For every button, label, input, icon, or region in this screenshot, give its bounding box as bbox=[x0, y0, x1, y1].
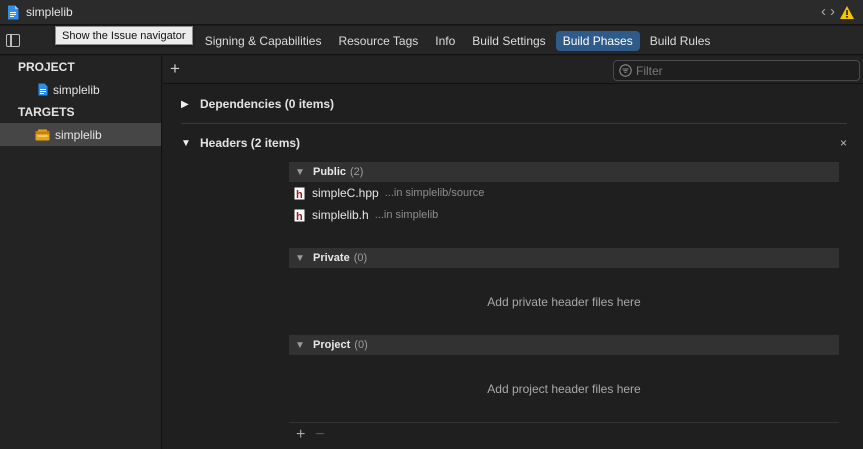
sidebar-item-target[interactable]: simplelib bbox=[0, 123, 161, 146]
header-file-icon: h bbox=[294, 209, 305, 222]
group-name: Public bbox=[313, 166, 347, 178]
tab-resource-tags[interactable]: Resource Tags bbox=[331, 31, 425, 51]
window-titlebar: simplelib ‹ › bbox=[0, 0, 863, 25]
build-phases-editor: + ▶ Dependencies (0 items) ▼ Headers (2 … bbox=[163, 56, 863, 449]
phase-headers[interactable]: ▼ Headers (2 items) × bbox=[181, 132, 847, 154]
tab-build-rules[interactable]: Build Rules bbox=[643, 31, 718, 51]
window-title: simplelib bbox=[26, 5, 73, 19]
header-file-icon: h bbox=[294, 187, 305, 200]
disclosure-expanded-icon[interactable]: ▼ bbox=[295, 253, 307, 264]
svg-text:h: h bbox=[296, 211, 303, 222]
sidebar-item-label: simplelib bbox=[53, 82, 100, 97]
filter-field[interactable] bbox=[613, 60, 860, 81]
group-count: (2) bbox=[350, 166, 364, 178]
sidebar-item-project[interactable]: simplelib bbox=[0, 78, 161, 101]
file-location: ...in simplelib/source bbox=[384, 187, 485, 199]
project-sidebar: PROJECT simplelib TARGETS simplelib bbox=[0, 56, 162, 449]
file-location: ...in simplelib bbox=[374, 209, 439, 221]
remove-header-button[interactable]: − bbox=[315, 426, 324, 444]
phases-toolbar: + bbox=[163, 56, 863, 84]
group-count: (0) bbox=[354, 339, 368, 351]
tab-info[interactable]: Info bbox=[428, 31, 462, 51]
add-build-phase-button[interactable]: + bbox=[170, 60, 180, 78]
phase-dependencies[interactable]: ▶ Dependencies (0 items) bbox=[181, 93, 847, 115]
group-header-private[interactable]: ▼ Private (0) bbox=[289, 248, 839, 268]
targets-section-header: TARGETS bbox=[18, 105, 75, 119]
phase-divider bbox=[181, 123, 847, 124]
add-header-button[interactable]: + bbox=[296, 426, 305, 444]
disclosure-collapsed-icon[interactable]: ▶ bbox=[181, 99, 197, 110]
library-target-icon bbox=[35, 129, 50, 140]
filter-icon bbox=[619, 64, 632, 77]
disclosure-expanded-icon[interactable]: ▼ bbox=[295, 167, 307, 178]
tab-build-settings[interactable]: Build Settings bbox=[465, 31, 552, 51]
file-name: simplelib.h bbox=[312, 208, 369, 222]
group-count: (0) bbox=[353, 252, 368, 264]
header-file-row[interactable]: h simplelib.h ...in simplelib bbox=[294, 205, 438, 225]
group-name: Private bbox=[313, 252, 350, 264]
sidebar-item-label: simplelib bbox=[55, 127, 102, 142]
empty-project-message: Add project header files here bbox=[487, 382, 641, 396]
tab-signing-capabilities[interactable]: Signing & Capabilities bbox=[198, 31, 329, 51]
group-header-public[interactable]: ▼ Public (2) bbox=[289, 162, 839, 182]
headers-footer-divider bbox=[289, 422, 839, 423]
phase-title: Dependencies (0 items) bbox=[200, 97, 335, 111]
file-name: simpleC.hpp bbox=[312, 186, 379, 200]
tab-build-phases[interactable]: Build Phases bbox=[555, 30, 640, 51]
filter-input[interactable] bbox=[636, 63, 836, 78]
project-file-icon bbox=[8, 5, 19, 19]
headers-footer-controls: + − bbox=[296, 426, 325, 444]
forward-button[interactable]: › bbox=[830, 4, 835, 20]
project-file-icon bbox=[38, 83, 48, 96]
svg-text:h: h bbox=[296, 189, 303, 200]
project-section-header: PROJECT bbox=[18, 60, 75, 74]
phase-title: Headers (2 items) bbox=[200, 136, 301, 150]
settings-tabs: General Signing & Capabilities Resource … bbox=[138, 26, 720, 55]
group-name: Project bbox=[313, 339, 351, 351]
tooltip: Show the Issue navigator bbox=[55, 26, 193, 45]
navigation-controls: ‹ › bbox=[821, 4, 855, 20]
header-file-row[interactable]: h simpleC.hpp ...in simplelib/source bbox=[294, 183, 484, 203]
disclosure-expanded-icon[interactable]: ▼ bbox=[295, 340, 307, 351]
back-button[interactable]: ‹ bbox=[821, 4, 826, 20]
remove-phase-button[interactable]: × bbox=[840, 136, 847, 150]
disclosure-expanded-icon[interactable]: ▼ bbox=[181, 138, 197, 149]
empty-private-message: Add private header files here bbox=[487, 295, 641, 309]
group-header-project[interactable]: ▼ Project (0) bbox=[289, 335, 839, 355]
sidebar-toggle-icon[interactable] bbox=[6, 34, 20, 47]
warning-triangle-icon[interactable] bbox=[839, 5, 855, 20]
